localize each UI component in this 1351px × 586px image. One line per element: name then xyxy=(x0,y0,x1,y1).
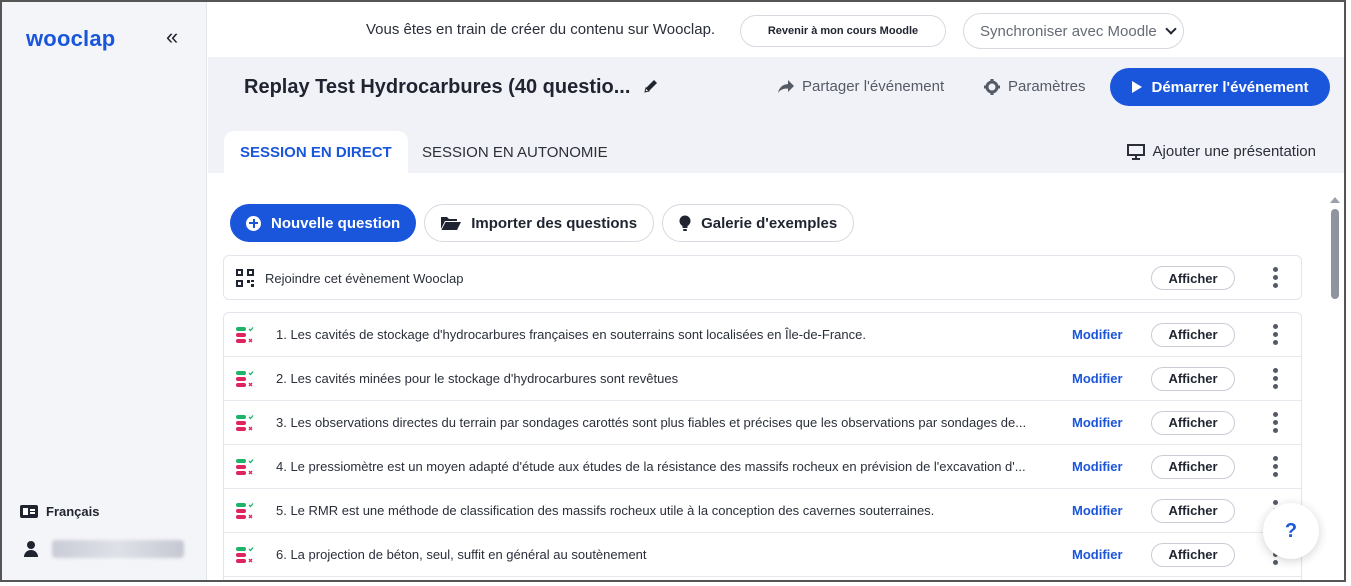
session-tabs: SESSION EN DIRECT SESSION EN AUTONOMIE A… xyxy=(208,119,1344,173)
start-label: Démarrer l'événement xyxy=(1151,78,1309,96)
tab-live-session[interactable]: SESSION EN DIRECT xyxy=(224,131,408,173)
modify-question-button[interactable]: Modifier xyxy=(1072,547,1123,562)
true-false-question-icon xyxy=(236,415,254,431)
language-selector[interactable]: Français xyxy=(20,504,99,519)
add-presentation-button[interactable]: Ajouter une présentation xyxy=(1126,143,1316,160)
plus-circle-icon xyxy=(246,215,261,231)
scrollbar[interactable] xyxy=(1330,197,1340,580)
qr-code-icon xyxy=(236,269,254,287)
show-question-button[interactable]: Afficher xyxy=(1151,322,1235,347)
question-text: 6. La projection de béton, seul, suffit … xyxy=(276,547,647,562)
questions-list: 1. Les cavités de stockage d'hydrocarbur… xyxy=(223,312,1302,580)
banner-text: Vous êtes en train de créer du contenu s… xyxy=(366,21,716,38)
question-row[interactable]: 2. Les cavités minées pour le stockage d… xyxy=(224,357,1301,401)
user-name-blurred xyxy=(52,540,184,558)
settings-button[interactable]: Paramètres xyxy=(984,78,1086,95)
show-question-button[interactable]: Afficher xyxy=(1151,498,1235,523)
question-text: 4. Le pressiomètre est un moyen adapté d… xyxy=(276,459,1026,474)
question-text: 2. Les cavités minées pour le stockage d… xyxy=(276,371,679,386)
show-join-button[interactable]: Afficher xyxy=(1151,266,1235,290)
modify-question-button[interactable]: Modifier xyxy=(1072,459,1123,474)
add-presentation-label: Ajouter une présentation xyxy=(1152,143,1316,160)
join-more-options-icon[interactable] xyxy=(1272,267,1278,289)
pencil-icon[interactable] xyxy=(642,77,660,95)
sidebar: wooclap « Français xyxy=(2,2,207,580)
modify-question-button[interactable]: Modifier xyxy=(1072,371,1123,386)
question-row[interactable]: 5. Le RMR est une méthode de classificat… xyxy=(224,489,1301,533)
help-button[interactable]: ? xyxy=(1263,503,1319,559)
folder-open-icon xyxy=(441,217,462,230)
event-title: Replay Test Hydrocarbures (40 questio... xyxy=(244,76,631,98)
question-text: 3. Les observations directes du terrain … xyxy=(276,415,1027,430)
play-icon xyxy=(1131,81,1142,93)
sync-moodle-select[interactable]: Synchroniser avec Moodle xyxy=(963,13,1184,49)
import-questions-button[interactable]: Importer des questions xyxy=(424,204,655,242)
more-options-icon[interactable] xyxy=(1272,323,1278,346)
true-false-question-icon xyxy=(236,459,254,475)
collapse-sidebar-icon[interactable]: « xyxy=(166,26,178,48)
share-label: Partager l'événement xyxy=(802,78,945,95)
share-event-button[interactable]: Partager l'événement xyxy=(778,78,944,95)
back-to-moodle-button[interactable]: Revenir à mon cours Moodle xyxy=(740,15,946,47)
start-event-button[interactable]: Démarrer l'événement xyxy=(1110,68,1330,106)
sync-moodle-label: Synchroniser avec Moodle xyxy=(980,22,1157,40)
true-false-question-icon xyxy=(236,327,254,343)
question-row[interactable]: 6. La projection de béton, seul, suffit … xyxy=(224,533,1301,577)
questions-panel: Nouvelle question Importer des questions… xyxy=(208,173,1344,580)
more-options-icon[interactable] xyxy=(1272,411,1278,434)
question-row[interactable]: 1. Les cavités de stockage d'hydrocarbur… xyxy=(224,313,1301,357)
gear-icon xyxy=(984,78,1000,95)
modify-question-button[interactable]: Modifier xyxy=(1072,503,1123,518)
user-icon xyxy=(24,541,38,557)
lightbulb-icon xyxy=(679,215,691,231)
question-text: 1. Les cavités de stockage d'hydrocarbur… xyxy=(276,327,866,342)
question-text: 5. Le RMR est une méthode de classificat… xyxy=(276,503,935,518)
join-event-row: Rejoindre cet évènement Wooclap Afficher xyxy=(223,255,1302,300)
chevron-down-icon xyxy=(1165,23,1177,35)
new-question-button[interactable]: Nouvelle question xyxy=(230,204,417,242)
moodle-banner: Vous êtes en train de créer du contenu s… xyxy=(208,2,1344,57)
tab-self-paced-session[interactable]: SESSION EN AUTONOMIE xyxy=(406,131,624,173)
show-question-button[interactable]: Afficher xyxy=(1151,366,1235,391)
scroll-up-arrow-icon[interactable] xyxy=(1330,197,1340,203)
event-header: Replay Test Hydrocarbures (40 questio...… xyxy=(208,57,1344,119)
examples-gallery-button[interactable]: Galerie d'exemples xyxy=(662,204,855,242)
question-row[interactable]: 3. Les observations directes du terrain … xyxy=(224,401,1301,445)
question-row[interactable]: 4. Le pressiomètre est un moyen adapté d… xyxy=(224,445,1301,489)
question-actions: Nouvelle question Importer des questions… xyxy=(230,204,855,242)
share-arrow-icon xyxy=(778,79,794,93)
more-options-icon[interactable] xyxy=(1272,367,1278,390)
presentation-icon xyxy=(1126,143,1145,160)
true-false-question-icon xyxy=(236,503,254,519)
scrollbar-thumb[interactable] xyxy=(1331,209,1339,299)
show-question-button[interactable]: Afficher xyxy=(1151,410,1235,435)
user-menu[interactable] xyxy=(24,540,184,558)
examples-gallery-label: Galerie d'exemples xyxy=(701,214,838,232)
true-false-question-icon xyxy=(236,371,254,387)
true-false-question-icon xyxy=(236,547,254,563)
more-options-icon[interactable] xyxy=(1272,455,1278,478)
new-question-label: Nouvelle question xyxy=(271,214,401,232)
import-questions-label: Importer des questions xyxy=(471,214,638,232)
settings-label: Paramètres xyxy=(1008,78,1086,95)
modify-question-button[interactable]: Modifier xyxy=(1072,415,1123,430)
language-label: Français xyxy=(46,504,100,519)
join-event-label: Rejoindre cet évènement Wooclap xyxy=(265,271,464,286)
show-question-button[interactable]: Afficher xyxy=(1151,454,1235,479)
language-card-icon xyxy=(20,505,38,518)
modify-question-button[interactable]: Modifier xyxy=(1072,327,1123,342)
show-question-button[interactable]: Afficher xyxy=(1151,542,1235,567)
app-frame: wooclap « Français Vous êtes en train de… xyxy=(0,0,1346,582)
wooclap-logo[interactable]: wooclap xyxy=(26,26,115,52)
